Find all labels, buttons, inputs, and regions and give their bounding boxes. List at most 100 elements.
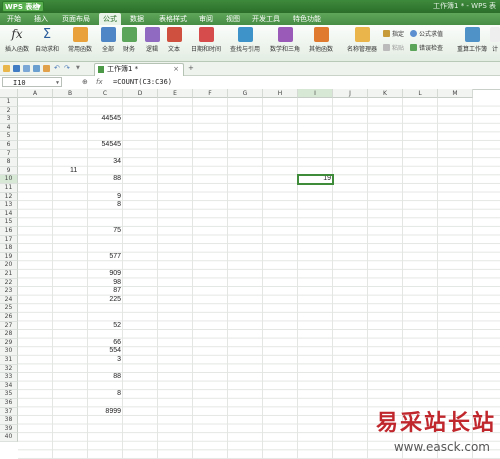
row-header-14[interactable]: 14 xyxy=(0,209,18,219)
row-header-35[interactable]: 35 xyxy=(0,390,18,399)
menu-tab-insert[interactable]: 插入 xyxy=(34,13,48,25)
format-painter-icon[interactable] xyxy=(43,65,50,72)
row-header-15[interactable]: 15 xyxy=(0,218,18,227)
cell-c13[interactable]: 8 xyxy=(88,201,123,209)
row-header-5[interactable]: 5 xyxy=(0,132,18,141)
row-header-28[interactable]: 28 xyxy=(0,330,18,339)
row-header-18[interactable]: 18 xyxy=(0,244,18,253)
undo-icon[interactable]: ↶ xyxy=(54,62,60,75)
cell-c19[interactable]: 577 xyxy=(88,253,123,261)
cell-c22[interactable]: 98 xyxy=(88,279,123,287)
row-header-9[interactable]: 9 xyxy=(0,166,18,176)
row-header-32[interactable]: 32 xyxy=(0,364,18,374)
column-header-k[interactable]: K xyxy=(368,89,403,98)
close-tab-icon[interactable]: × xyxy=(173,64,179,75)
menu-tab-table-style[interactable]: 表格样式 xyxy=(159,13,187,25)
row-header-34[interactable]: 34 xyxy=(0,381,18,391)
column-header-l[interactable]: L xyxy=(403,89,438,98)
cell-c10[interactable]: 88 xyxy=(88,175,123,183)
column-header-j[interactable]: J xyxy=(333,89,368,98)
row-header-6[interactable]: 6 xyxy=(0,141,18,150)
insert-function-fx-icon[interactable]: fx xyxy=(96,76,103,88)
menu-tab-developer[interactable]: 开发工具 xyxy=(252,13,280,25)
row-header-2[interactable]: 2 xyxy=(0,106,18,116)
row-header-22[interactable]: 22 xyxy=(0,278,18,288)
row-header-3[interactable]: 3 xyxy=(0,115,18,124)
column-header-g[interactable]: G xyxy=(228,89,263,98)
row-header-29[interactable]: 29 xyxy=(0,338,18,348)
document-tab[interactable]: 工作簿1 * × xyxy=(94,63,184,76)
datetime-functions-button[interactable]: 日期和时间 xyxy=(189,27,223,53)
column-header-h[interactable]: H xyxy=(263,89,298,98)
row-header-4[interactable]: 4 xyxy=(0,123,18,133)
row-header-40[interactable]: 40 xyxy=(0,433,18,442)
cell-b9[interactable]: 11 xyxy=(68,167,103,175)
column-header-e[interactable]: E xyxy=(158,89,193,98)
column-header-i[interactable]: I xyxy=(298,89,333,98)
menu-tab-page-layout[interactable]: 页面布局 xyxy=(62,13,90,25)
row-header-23[interactable]: 23 xyxy=(0,287,18,296)
all-functions-button[interactable]: 全部 xyxy=(100,27,116,53)
row-header-19[interactable]: 19 xyxy=(0,252,18,262)
row-header-17[interactable]: 17 xyxy=(0,235,18,245)
open-folder-icon[interactable] xyxy=(3,65,10,72)
cell-c31[interactable]: 3 xyxy=(88,356,123,364)
formula-input[interactable]: =COUNT(C3:C36) xyxy=(113,76,172,88)
row-header-37[interactable]: 37 xyxy=(0,407,18,417)
finance-functions-button[interactable]: 财务 xyxy=(121,27,137,53)
row-header-30[interactable]: 30 xyxy=(0,347,18,356)
cell-c16[interactable]: 75 xyxy=(88,227,123,235)
cell-c12[interactable]: 9 xyxy=(88,193,123,201)
cell-c27[interactable]: 52 xyxy=(88,322,123,330)
cell-c23[interactable]: 87 xyxy=(88,287,123,295)
column-header-m[interactable]: M xyxy=(438,89,473,98)
common-functions-button[interactable]: 常用函数 xyxy=(65,27,95,53)
recalculate-workbook-button[interactable]: 重算工作簿 xyxy=(456,27,488,53)
specify-button[interactable]: 指定 xyxy=(383,29,404,38)
save-icon[interactable] xyxy=(13,65,20,72)
row-header-8[interactable]: 8 xyxy=(0,158,18,167)
row-header-33[interactable]: 33 xyxy=(0,373,18,382)
insert-function-button[interactable]: fx 插入函数 xyxy=(3,27,31,53)
text-functions-button[interactable]: 文本 xyxy=(166,27,182,53)
row-header-16[interactable]: 16 xyxy=(0,227,18,236)
row-header-7[interactable]: 7 xyxy=(0,149,18,159)
menu-tab-view[interactable]: 视图 xyxy=(226,13,240,25)
lookup-functions-button[interactable]: 查找与引用 xyxy=(228,27,262,53)
column-header-a[interactable]: A xyxy=(18,89,53,98)
row-header-13[interactable]: 13 xyxy=(0,201,18,210)
cell-c37[interactable]: 8999 xyxy=(88,408,123,416)
row-header-31[interactable]: 31 xyxy=(0,356,18,365)
math-functions-button[interactable]: 数学和三角 xyxy=(268,27,302,53)
chevron-down-icon[interactable]: ▼ xyxy=(56,78,59,88)
cell-c29[interactable]: 66 xyxy=(88,339,123,347)
cell-c6[interactable]: 54545 xyxy=(88,141,123,149)
column-header-d[interactable]: D xyxy=(123,89,158,98)
row-header-11[interactable]: 11 xyxy=(0,184,18,193)
column-header-f[interactable]: F xyxy=(193,89,228,98)
column-header-b[interactable]: B xyxy=(53,89,88,98)
calculate-button[interactable]: 计 xyxy=(490,27,500,53)
row-header-1[interactable]: 1 xyxy=(0,98,18,107)
name-manager-button[interactable]: 名称管理器 xyxy=(345,27,379,53)
other-functions-button[interactable]: 其他函数 xyxy=(306,27,336,53)
customize-quick-access-icon[interactable]: ▼ xyxy=(76,62,80,75)
new-tab-button[interactable]: + xyxy=(188,62,194,75)
row-header-27[interactable]: 27 xyxy=(0,321,18,331)
print-preview-icon[interactable] xyxy=(33,65,40,72)
autosum-button[interactable]: Σ 自动求和 xyxy=(33,27,61,53)
menu-tab-home[interactable]: 开始 xyxy=(7,13,21,25)
row-header-12[interactable]: 12 xyxy=(0,192,18,202)
name-box[interactable]: I10 ▼ xyxy=(2,77,62,87)
row-header-36[interactable]: 36 xyxy=(0,399,18,408)
select-all-corner[interactable] xyxy=(0,89,18,98)
row-header-38[interactable]: 38 xyxy=(0,416,18,425)
row-header-20[interactable]: 20 xyxy=(0,261,18,270)
paste-button[interactable]: 粘贴 xyxy=(383,43,404,52)
cell-c21[interactable]: 909 xyxy=(88,270,123,278)
cell-c33[interactable]: 88 xyxy=(88,373,123,381)
zoom-icon[interactable]: ⊕ xyxy=(82,77,88,88)
cell-c3[interactable]: 44545 xyxy=(88,115,123,123)
row-header-24[interactable]: 24 xyxy=(0,295,18,305)
cell-c30[interactable]: 554 xyxy=(88,347,123,355)
